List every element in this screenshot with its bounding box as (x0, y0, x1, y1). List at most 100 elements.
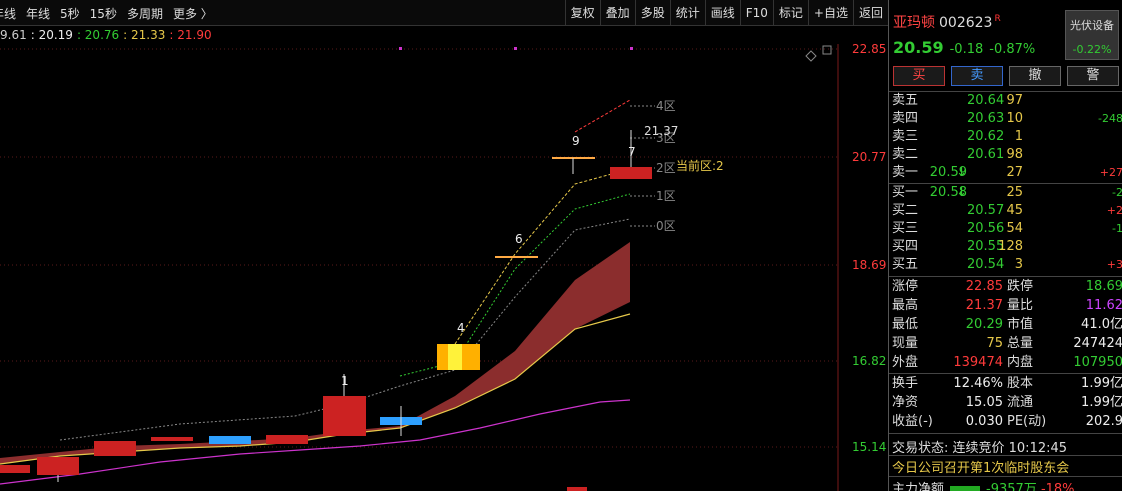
bid-row[interactable]: 买三 20.56 54 -1 (889, 220, 1122, 238)
indicator-value-0: 9.61 (0, 28, 27, 42)
ask-price: 20.63 (967, 111, 1005, 126)
candle (266, 435, 308, 444)
divider (889, 476, 1122, 477)
draw-line-button[interactable]: 画线 (704, 0, 740, 26)
ask-price: 20.61 (967, 147, 1005, 162)
stat-value: 107950 (1073, 355, 1122, 370)
bid-price: 20.57 (967, 203, 1005, 218)
stat-label: 股本 (1007, 376, 1034, 391)
bid-label: 买二 (892, 203, 919, 218)
bid-price: 20.54 (967, 257, 1005, 272)
zone2-line (454, 168, 631, 345)
trade-status: 交易状态: 连续竞价 10:12:45 (892, 441, 1068, 456)
count-label: 4 (457, 321, 465, 335)
bid-delta: -1 (1112, 222, 1122, 235)
indicator-values-row: 9.61 : 20.19 : 20.76 : 21.33 : 21.90 (0, 26, 840, 44)
count-label: 1 (341, 374, 349, 388)
bid-delta: -2 (1112, 186, 1122, 199)
kline-chart[interactable]: 22.85 20.77 18.69 16.82 15.14 4区 3区 2区 1… (0, 44, 888, 491)
mark-button[interactable]: 标记 (772, 0, 808, 26)
candle (151, 437, 193, 441)
stat-label: 最高 (892, 298, 919, 313)
stat-value: 21.37 (965, 298, 1003, 313)
statistics-button[interactable]: 统计 (669, 0, 705, 26)
stat-label: 净资 (892, 395, 919, 410)
bid-label: 买三 (892, 221, 919, 236)
fund-flow-bar (950, 485, 981, 491)
stat-value: 22.85 (965, 279, 1003, 294)
ask-delta: +27 (1099, 166, 1122, 179)
signal-marker (514, 47, 517, 50)
cancel-order-button[interactable]: 撤 (1009, 66, 1061, 86)
count-label: 7 (628, 145, 636, 159)
sell-button[interactable]: 卖 (951, 66, 1003, 86)
alert-button[interactable]: 警 (1067, 66, 1119, 86)
company-notice[interactable]: 今日公司召开第1次临时股东会 (892, 457, 1069, 476)
ask-delta: -248 (1098, 112, 1122, 125)
bid-row[interactable]: 买二 20.57 45 +2 (889, 202, 1122, 220)
multi-stock-button[interactable]: 多股 (634, 0, 670, 26)
bid-label: 买一 (892, 185, 919, 200)
ask-price: 20.64 (967, 93, 1005, 108)
ask-label: 卖一 (892, 165, 919, 180)
overlay-button[interactable]: 叠加 (599, 0, 635, 26)
tab-period-3[interactable]: 15秒 (86, 5, 123, 22)
stat-row: 涨停 22.85 跌停 18.69 (889, 277, 1122, 296)
fundamental-stats: 换手 12.46% 股本 1.99亿 净资 15.05 流通 1.99亿 收益(… (889, 374, 1122, 431)
price-axis-label: 15.14 (852, 440, 886, 454)
tab-period-more[interactable]: 更多 〉 (169, 5, 219, 22)
stat-label: 流通 (1007, 395, 1034, 410)
stat-label: 总量 (1007, 336, 1034, 351)
stat-value: 247424 (1073, 336, 1122, 351)
tab-period-2[interactable]: 5秒 (56, 5, 86, 22)
ask-volume: 1 (1014, 129, 1023, 144)
f10-button[interactable]: F10 (739, 0, 773, 26)
ask-row[interactable]: 卖三 20.62 1 (889, 128, 1122, 146)
tab-period-4[interactable]: 多周期 (123, 5, 169, 22)
stat-label: 最低 (892, 317, 919, 332)
bid-row[interactable]: 买四 20.55 128 (889, 238, 1122, 256)
candle (0, 465, 30, 473)
candle (209, 436, 251, 444)
bid-row[interactable]: 买一 20.58 ↓ 25 -2 (889, 184, 1122, 202)
sector-change: -0.22% (1072, 43, 1112, 56)
zone4-line (574, 99, 631, 133)
stat-value: 12.46% (953, 376, 1003, 391)
buy-button[interactable]: 买 (893, 66, 945, 86)
restore-rights-button[interactable]: 复权 (564, 0, 600, 26)
back-button[interactable]: 返回 (852, 0, 888, 26)
sector-box[interactable]: 光伏设备 -0.22% (1065, 10, 1119, 60)
bid-delta: +2 (1106, 204, 1122, 217)
count-label: 6 (515, 232, 523, 246)
high-price-label: 21.37 (644, 124, 678, 138)
count-label: 9 (572, 134, 580, 148)
quote-stats: 涨停 22.85 跌停 18.69 最高 21.37 量比 11.62 最低 2… (889, 277, 1122, 372)
candle (323, 396, 366, 436)
tab-period-0[interactable]: 年线 (0, 5, 22, 22)
ask-row[interactable]: 卖四 20.63 10 -248 (889, 110, 1122, 128)
current-candle (610, 167, 652, 179)
signal-marker (399, 47, 402, 50)
ask-label: 卖二 (892, 147, 919, 162)
ask-label: 卖三 (892, 129, 919, 144)
stock-name: 亚玛顿 (893, 15, 935, 31)
ask-row[interactable]: 卖二 20.61 98 (889, 146, 1122, 164)
tab-period-1[interactable]: 年线 (22, 5, 56, 22)
kline-chart-svg[interactable]: 22.85 20.77 18.69 16.82 15.14 4区 3区 2区 1… (0, 44, 888, 491)
price-axis-label: 18.69 (852, 258, 886, 272)
fund-flow-value: -9357万 (986, 482, 1037, 491)
ask-row[interactable]: 卖一 20.59 ↓ 27 +27 (889, 164, 1122, 182)
last-price: 20.59 (893, 38, 944, 57)
add-favorite-button[interactable]: +自选 (807, 0, 853, 26)
bid-volume: 25 (1006, 185, 1023, 200)
price-line: 20.59 -0.18 -0.87% (893, 38, 1035, 57)
stat-row: 外盘 139474 内盘 107950 (889, 353, 1122, 372)
ask-row[interactable]: 卖五 20.64 97 (889, 92, 1122, 110)
tool-buttons: 复权 叠加 多股 统计 画线 F10 标记 +自选 返回 (564, 0, 888, 26)
ask-label: 卖五 (892, 93, 919, 108)
bid-volume: 128 (998, 239, 1023, 254)
stat-label: 跌停 (1007, 279, 1034, 294)
stat-value: 0.030 (965, 414, 1003, 429)
bid-row[interactable]: 买五 20.54 3 +3 (889, 256, 1122, 274)
diamond-icon (805, 50, 817, 62)
